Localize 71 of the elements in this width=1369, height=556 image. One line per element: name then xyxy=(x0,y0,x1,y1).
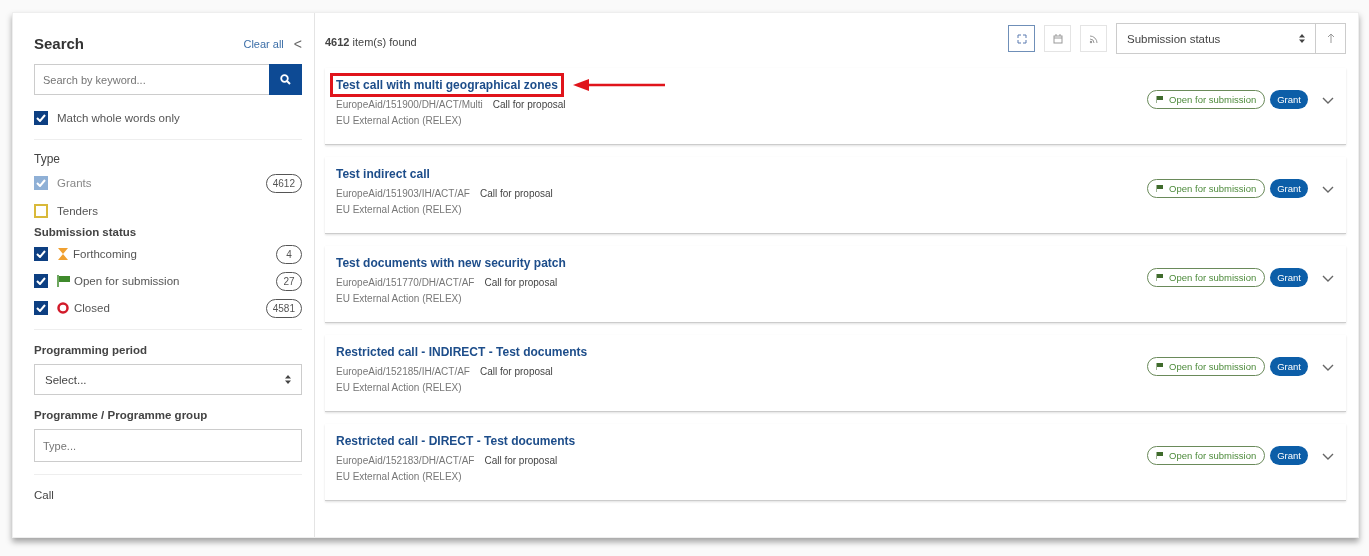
programme-name: EU External Action (RELEX) xyxy=(336,204,463,215)
chevron-down-icon xyxy=(1322,452,1334,460)
result-title[interactable]: Test indirect call xyxy=(333,165,433,183)
sort-select[interactable]: Submission status xyxy=(1116,23,1316,54)
programme-name: EU External Action (RELEX) xyxy=(336,382,463,393)
section-heading: Type xyxy=(34,152,61,166)
grant-badge: Grant xyxy=(1270,178,1308,198)
call-type: Call for proposal xyxy=(484,277,558,288)
flag-icon xyxy=(57,275,71,287)
chevron-down-icon xyxy=(1322,363,1334,371)
checkbox[interactable] xyxy=(34,111,48,125)
hourglass-icon xyxy=(57,247,69,261)
reference-code: EuropeAid/151903/IH/ACT/AF xyxy=(336,188,470,199)
checkbox[interactable] xyxy=(34,274,48,288)
collapse-button[interactable]: < xyxy=(283,35,302,52)
grant-badge: Grant xyxy=(1270,445,1308,465)
programme-name: EU External Action (RELEX) xyxy=(336,471,463,482)
sort-caret-icon xyxy=(1299,34,1305,43)
view-button[interactable] xyxy=(1008,25,1035,52)
programme-name: EU External Action (RELEX) xyxy=(336,293,463,304)
reference-code: EuropeAid/152183/DH/ACT/AF xyxy=(336,455,475,466)
flag-icon xyxy=(1156,451,1164,459)
field-label: Programming period xyxy=(34,344,149,356)
grant-badge: Grant xyxy=(1270,356,1308,376)
checkbox-label: Tenders xyxy=(57,205,98,217)
result-title[interactable]: Test documents with new security patch xyxy=(333,254,569,272)
results-count: 4612 item(s) found xyxy=(325,35,417,48)
expand-icon xyxy=(1016,33,1027,44)
result-title[interactable]: Restricted call - INDIRECT - Test documents xyxy=(333,343,591,361)
search-icon xyxy=(280,74,291,85)
call-type: Call for proposal xyxy=(484,455,558,466)
calendar-icon xyxy=(1052,33,1063,44)
checkbox[interactable] xyxy=(34,301,48,315)
checkbox-label: Open for submission xyxy=(74,275,180,287)
checkbox-label: Closed xyxy=(74,302,110,314)
section-heading: Submission status xyxy=(34,226,138,238)
reference-code: EuropeAid/151770/DH/ACT/AF xyxy=(336,277,475,288)
checkbox-label: Forthcoming xyxy=(73,248,137,260)
checkbox-label: Grants xyxy=(57,177,92,189)
rss-icon xyxy=(1088,33,1099,44)
result-title[interactable]: Restricted call - DIRECT - Test documents xyxy=(333,432,579,450)
circle-icon xyxy=(57,302,69,314)
sort-caret-icon xyxy=(285,375,291,384)
reference-code: EuropeAid/152185/IH/ACT/AF xyxy=(336,366,470,377)
flag-icon xyxy=(1156,273,1164,281)
call-type: Call for proposal xyxy=(479,366,553,377)
chevron-down-icon xyxy=(1322,274,1334,282)
flag-icon xyxy=(1156,95,1164,103)
programme-field[interactable]: Type... xyxy=(34,429,302,462)
result-title[interactable]: Test call with multi geographical zones xyxy=(333,76,561,94)
flag-icon xyxy=(1156,184,1164,192)
search-field[interactable]: Search by keyword... xyxy=(34,64,269,95)
reference-code: EuropeAid/151900/DH/ACT/Multi xyxy=(336,99,483,110)
flag-icon xyxy=(1156,362,1164,370)
field-label: Programme / Programme group xyxy=(34,409,209,421)
chevron-down-icon xyxy=(1322,96,1334,104)
grant-badge: Grant xyxy=(1270,267,1308,287)
checkbox-label: Match whole words only xyxy=(57,112,180,124)
period-select[interactable]: Select... xyxy=(34,364,302,395)
arrow-up-icon xyxy=(1326,33,1335,43)
call-type: Call for proposal xyxy=(479,188,553,199)
grant-badge: Grant xyxy=(1270,89,1308,109)
checkbox[interactable] xyxy=(34,204,48,218)
search-button[interactable] xyxy=(269,64,302,95)
field-label: Call xyxy=(34,489,55,501)
clear-all-link[interactable]: Clear all xyxy=(243,37,284,50)
checkbox[interactable] xyxy=(34,247,48,261)
programme-name: EU External Action (RELEX) xyxy=(336,115,463,126)
search-heading: Search xyxy=(34,35,85,52)
call-type: Call for proposal xyxy=(492,99,566,110)
chevron-down-icon xyxy=(1322,185,1334,193)
